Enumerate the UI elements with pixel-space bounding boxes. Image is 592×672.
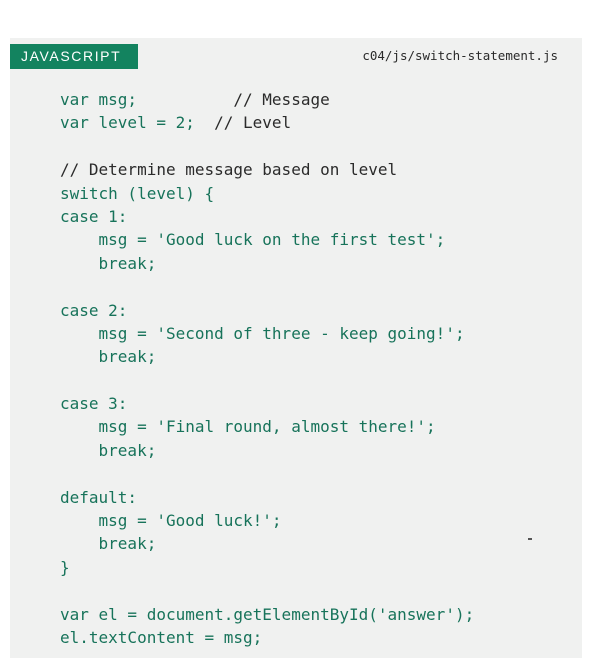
code-line: case 3: <box>60 392 474 415</box>
code-line: switch (level) { <box>60 182 474 205</box>
code-token: msg = 'Final round, almost there!'; <box>60 417 436 437</box>
code-line: // Determine message based on level <box>60 158 474 181</box>
print-speck <box>528 538 532 540</box>
code-line: msg = 'Good luck!'; <box>60 509 474 532</box>
code-line: case 1: <box>60 205 474 228</box>
code-comment: // Determine message based on level <box>60 160 398 180</box>
language-label: JAVASCRIPT <box>10 44 138 69</box>
code-token: } <box>60 557 70 577</box>
code-line: } <box>60 556 474 579</box>
code-line: el.textContent = msg; <box>60 626 474 649</box>
code-comment: // Message <box>233 90 330 109</box>
code-token: break; <box>60 347 157 367</box>
file-path: c04/js/switch-statement.js <box>362 48 558 63</box>
page: JAVASCRIPT c04/js/switch-statement.js va… <box>0 0 592 672</box>
code-token: el.textContent = msg; <box>60 627 263 647</box>
code-token: case 1: <box>60 206 128 226</box>
code-line: break; <box>60 532 474 555</box>
code-line: break; <box>60 345 474 368</box>
code-token: break; <box>60 440 157 460</box>
code-token: case 2: <box>60 300 128 320</box>
code-line: var level = 2; // Level <box>60 111 474 134</box>
code-token: default: <box>60 487 138 507</box>
code-comment: // Level <box>214 113 292 133</box>
code-token: break; <box>60 253 157 273</box>
code-token: break; <box>60 534 157 554</box>
code-line: msg = 'Second of three - keep going!'; <box>60 322 474 345</box>
code-block: var msg; // Message var level = 2; // Lev… <box>60 88 474 649</box>
code-line: default: <box>60 486 474 509</box>
code-token: switch (level) { <box>60 183 215 203</box>
code-line: var el = document.getElementById('answer… <box>60 603 474 626</box>
code-line: msg = 'Good luck on the first test'; <box>60 228 474 251</box>
code-line: msg = 'Final round, almost there!'; <box>60 415 474 438</box>
code-token: var el = document.getElementById('answer… <box>60 604 475 624</box>
code-token: var level = 2; <box>60 113 215 133</box>
code-line: break; <box>60 252 474 275</box>
code-token: var msg; <box>60 90 234 109</box>
code-token: msg = 'Good luck on the first test'; <box>60 230 446 250</box>
code-token: msg = 'Good luck!'; <box>60 511 282 531</box>
code-line: case 2: <box>60 299 474 322</box>
code-token: msg = 'Second of three - keep going!'; <box>60 323 465 343</box>
code-token: case 3: <box>60 394 128 414</box>
code-line: var msg; // Message <box>60 88 474 111</box>
code-line: break; <box>60 439 474 462</box>
